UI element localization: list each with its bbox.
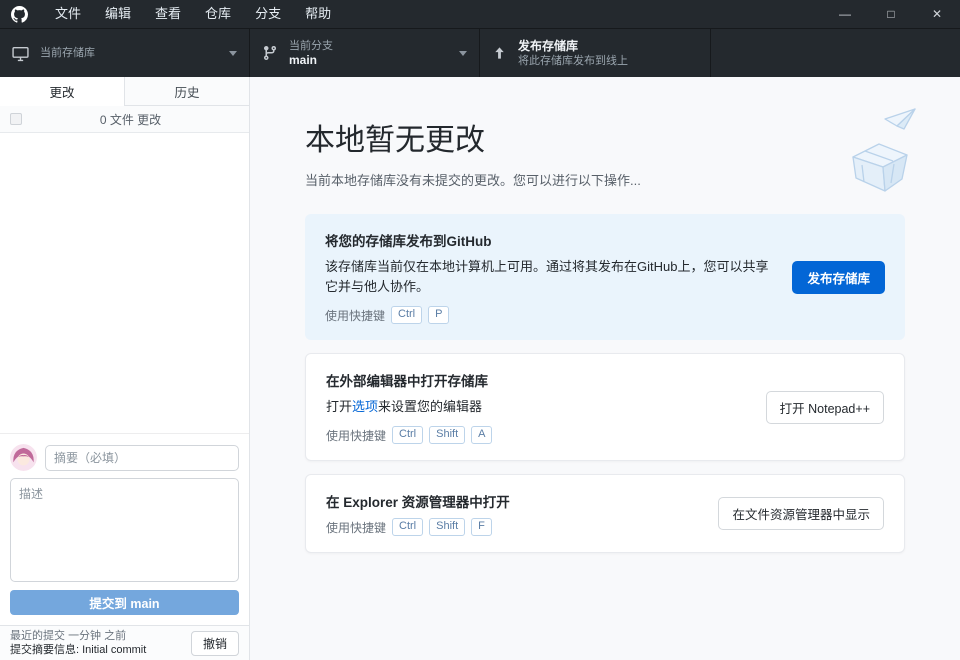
tab-changes[interactable]: 更改 — [0, 77, 124, 106]
publish-card-title: 将您的存储库发布到GitHub — [325, 230, 774, 250]
menu-bar: 文件 编辑 查看 仓库 分支 帮助 — [43, 0, 343, 28]
paper-plane-illustration — [827, 105, 922, 210]
undo-button[interactable]: 撤销 — [191, 631, 239, 656]
current-repository-dropdown[interactable]: 当前存储库 — [0, 29, 250, 77]
external-editor-card: 在外部编辑器中打开存储库 打开选项来设置您的编辑器 使用快捷键 Ctrl Shi… — [305, 353, 905, 461]
explorer-card-title: 在 Explorer 资源管理器中打开 — [326, 491, 700, 511]
github-desktop-window: 文件 编辑 查看 仓库 分支 帮助 — □ ✕ 当前存储库 — [0, 0, 960, 660]
content: 更改 历史 0 文件 更改 提交到 main — [0, 77, 960, 660]
kbd-key: F — [471, 518, 492, 536]
commit-to-main-button[interactable]: 提交到 main — [10, 590, 239, 615]
user-avatar — [10, 444, 37, 471]
chevron-down-icon — [229, 51, 237, 56]
menu-file[interactable]: 文件 — [43, 0, 93, 28]
external-editor-card-body: 打开选项来设置您的编辑器 — [326, 397, 748, 417]
publish-card-shortcut: 使用快捷键 Ctrl P — [325, 306, 774, 324]
current-branch-dropdown[interactable]: 当前分支 main — [250, 29, 480, 77]
publish-card-body: 该存储库当前仅在本地计算机上可用。通过将其发布在GitHub上，您可以共享它并与… — [325, 257, 770, 297]
kbd-key: Ctrl — [391, 306, 422, 324]
toolbar: 当前存储库 当前分支 main 发布存储库 — [0, 28, 960, 77]
current-branch-value: main — [289, 53, 333, 68]
main-panel: 本地暂无更改 当前本地存储库没有未提交的更改。您可以进行以下操作... 将您的存… — [250, 77, 960, 660]
github-logo-icon — [9, 4, 29, 24]
changes-header: 0 文件 更改 — [0, 106, 249, 133]
kbd-key: Ctrl — [392, 426, 423, 444]
options-link[interactable]: 选项 — [352, 399, 378, 414]
menu-edit[interactable]: 编辑 — [93, 0, 143, 28]
monitor-icon — [12, 45, 29, 62]
page-title: 本地暂无更改 — [305, 115, 905, 159]
kbd-key: P — [428, 306, 449, 324]
close-button[interactable]: ✕ — [914, 0, 960, 28]
explorer-card: 在 Explorer 资源管理器中打开 使用快捷键 Ctrl Shift F 在… — [305, 474, 905, 553]
tab-history[interactable]: 历史 — [124, 77, 249, 106]
commit-summary-line: 提交摘要信息: Initial commit — [10, 643, 191, 657]
external-editor-card-shortcut: 使用快捷键 Ctrl Shift A — [326, 426, 748, 444]
upload-arrow-icon — [492, 46, 507, 61]
current-branch-label: 当前分支 — [289, 39, 333, 53]
maximize-button[interactable]: □ — [868, 0, 914, 28]
menu-view[interactable]: 查看 — [143, 0, 193, 28]
commit-summary-input[interactable] — [45, 445, 239, 471]
chevron-down-icon — [459, 51, 467, 56]
explorer-card-shortcut: 使用快捷键 Ctrl Shift F — [326, 518, 700, 536]
window-controls: — □ ✕ — [822, 0, 960, 28]
page-subtitle: 当前本地存储库没有未提交的更改。您可以进行以下操作... — [305, 170, 905, 189]
publish-repository-subtitle: 将此存储库发布到线上 — [518, 54, 628, 68]
recent-commit-footer: 最近的提交 一分钟 之前 提交摘要信息: Initial commit 撤销 — [0, 625, 249, 660]
sidebar-tabs: 更改 历史 — [0, 77, 249, 106]
kbd-key: A — [471, 426, 492, 444]
external-editor-card-title: 在外部编辑器中打开存储库 — [326, 370, 748, 390]
menu-help[interactable]: 帮助 — [293, 0, 343, 28]
kbd-key: Ctrl — [392, 518, 423, 536]
publish-repository-title: 发布存储库 — [518, 39, 628, 54]
open-notepad-button[interactable]: 打开 Notepad++ — [766, 391, 884, 424]
publish-repository-toolbar-button[interactable]: 发布存储库 将此存储库发布到线上 — [480, 29, 711, 77]
titlebar: 文件 编辑 查看 仓库 分支 帮助 — □ ✕ — [0, 0, 960, 28]
kbd-key: Shift — [429, 426, 465, 444]
sidebar: 更改 历史 0 文件 更改 提交到 main — [0, 77, 250, 660]
menu-repository[interactable]: 仓库 — [193, 0, 243, 28]
minimize-button[interactable]: — — [822, 0, 868, 28]
publish-card: 将您的存储库发布到GitHub 该存储库当前仅在本地计算机上可用。通过将其发布在… — [305, 214, 905, 340]
current-repository-label: 当前存储库 — [40, 46, 95, 60]
changed-files-list[interactable] — [0, 133, 249, 433]
git-branch-icon — [262, 45, 278, 61]
menu-branch[interactable]: 分支 — [243, 0, 293, 28]
kbd-key: Shift — [429, 518, 465, 536]
recent-commit-line: 最近的提交 一分钟 之前 — [10, 629, 191, 643]
publish-repository-button[interactable]: 发布存储库 — [792, 261, 885, 294]
commit-form: 提交到 main — [0, 433, 249, 625]
commit-description-textarea[interactable] — [10, 478, 239, 582]
changes-count-label: 0 文件 更改 — [22, 111, 239, 128]
show-in-explorer-button[interactable]: 在文件资源管理器中显示 — [718, 497, 884, 530]
select-all-checkbox[interactable] — [10, 113, 22, 125]
